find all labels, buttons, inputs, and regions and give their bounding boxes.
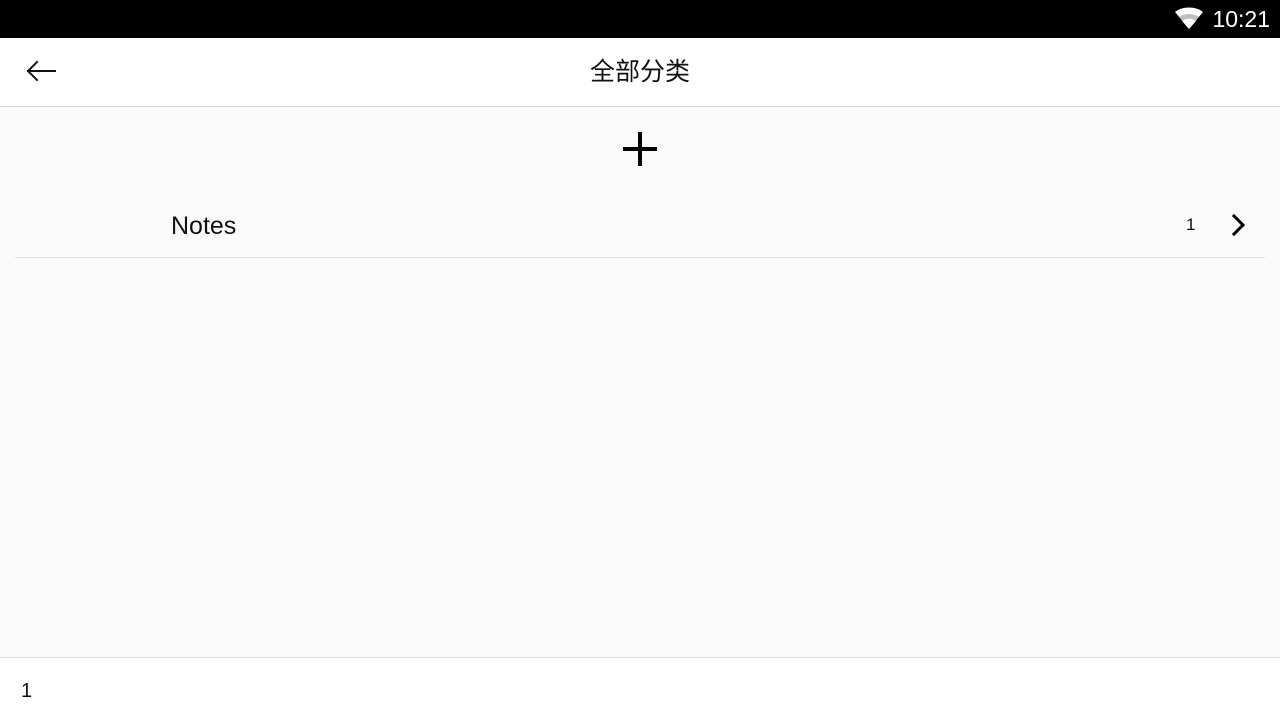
page-title: 全部分类 xyxy=(589,57,690,86)
plus-icon xyxy=(622,130,658,169)
category-count: 1 xyxy=(1186,215,1196,234)
status-bar: 10:21 xyxy=(0,0,1280,38)
footer-count: 1 xyxy=(21,680,33,702)
add-category-button[interactable] xyxy=(616,127,664,173)
category-list-screen: Notes 1 xyxy=(0,107,1280,657)
status-time: 10:21 xyxy=(1212,6,1270,32)
app-bar: 全部分类 xyxy=(0,38,1280,107)
footer: 1 xyxy=(0,657,1280,720)
category-name: Notes xyxy=(171,212,237,240)
category-row-notes[interactable]: Notes 1 xyxy=(15,197,1265,258)
wifi-icon xyxy=(1174,7,1204,31)
chevron-right-icon xyxy=(1229,213,1249,237)
